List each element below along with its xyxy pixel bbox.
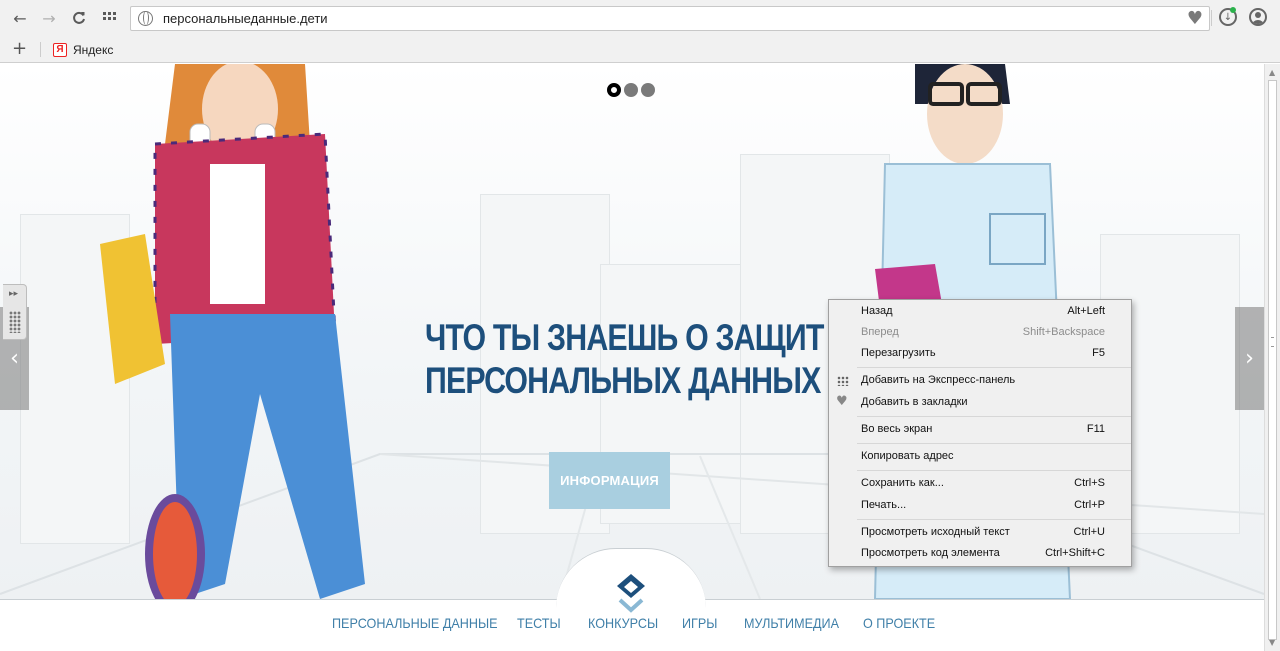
- heart-icon: ♥: [836, 394, 848, 409]
- menu-item-back[interactable]: Назад Alt+Left: [829, 302, 1131, 323]
- page-scrollbar[interactable]: ▲ ▼: [1264, 64, 1280, 651]
- speed-dial-icon: [837, 376, 849, 386]
- nav-tests[interactable]: ТЕСТЫ: [517, 615, 561, 631]
- chevron-right-icon: ›: [1245, 346, 1254, 371]
- hero-title-line-1: ЧТО ТЫ ЗНАЕШЬ О ЗАЩИТ: [425, 317, 824, 358]
- menu-item-add-bookmark[interactable]: ♥ Добавить в закладки: [829, 393, 1131, 414]
- slider-pagination: [607, 83, 655, 97]
- speed-dial-icon: [9, 311, 21, 333]
- slider-dot-3[interactable]: [641, 83, 655, 97]
- context-menu: Назад Alt+Left Вперед Shift+Backspace Пе…: [828, 299, 1132, 567]
- menu-item-label: Во весь экран: [861, 423, 933, 435]
- menu-item-copy-address[interactable]: Копировать адрес: [829, 447, 1131, 468]
- speed-dial-button[interactable]: [99, 7, 121, 29]
- menu-item-add-speed-dial[interactable]: Добавить на Экспресс-панель: [829, 371, 1131, 392]
- menu-item-inspect-element[interactable]: Просмотреть код элемента Ctrl+Shift+C: [829, 544, 1131, 565]
- forward-button[interactable]: →: [38, 7, 60, 29]
- menu-item-label: Вперед: [861, 326, 899, 338]
- url-input[interactable]: [163, 9, 1163, 28]
- back-button[interactable]: ←: [9, 7, 31, 29]
- sidebar-toggle[interactable]: ▸▸: [3, 284, 27, 340]
- yandex-icon: Я: [53, 42, 67, 57]
- add-bookmark-button[interactable]: +: [12, 39, 27, 59]
- menu-item-reload[interactable]: Перезагрузить F5: [829, 344, 1131, 365]
- nav-contests[interactable]: КОНКУРСЫ: [588, 615, 658, 631]
- download-icon: ↓: [1223, 11, 1233, 23]
- menu-item-view-source[interactable]: Просмотреть исходный текст Ctrl+U: [829, 523, 1131, 544]
- scroll-thumb[interactable]: [1268, 80, 1277, 640]
- menu-item-label: Копировать адрес: [861, 450, 954, 462]
- bookmark-label: Яндекс: [73, 42, 114, 57]
- slider-dot-2[interactable]: [624, 83, 638, 97]
- menu-divider: [857, 470, 1131, 471]
- fast-forward-icon: ▸▸: [9, 289, 19, 299]
- menu-item-fullscreen[interactable]: Во весь экран F11: [829, 420, 1131, 441]
- arrow-left-icon: ←: [13, 8, 27, 28]
- account-button[interactable]: [1249, 8, 1267, 26]
- browser-toolbar: ← → ♥ ↓: [0, 0, 1280, 36]
- speed-dial-icon: [103, 12, 116, 20]
- address-bar[interactable]: [130, 6, 1210, 31]
- menu-item-forward[interactable]: Вперед Shift+Backspace: [829, 323, 1131, 344]
- menu-item-shortcut: Shift+Backspace: [1022, 326, 1105, 338]
- heart-icon: ♥: [1186, 7, 1204, 29]
- menu-divider: [857, 367, 1131, 368]
- nav-personal-data[interactable]: ПЕРСОНАЛЬНЫЕ ДАННЫЕ: [332, 615, 498, 631]
- menu-divider: [857, 416, 1131, 417]
- menu-item-label: Просмотреть код элемента: [861, 547, 1000, 559]
- scroll-up-icon[interactable]: ▲: [1269, 68, 1275, 77]
- menu-item-label: Назад: [861, 305, 893, 317]
- chevron-left-icon: ‹: [10, 346, 19, 371]
- menu-item-shortcut: Ctrl+Shift+C: [1045, 547, 1105, 559]
- menu-item-label: Добавить в закладки: [861, 396, 968, 408]
- menu-item-shortcut: Alt+Left: [1067, 305, 1105, 317]
- menu-item-shortcut: Ctrl+P: [1074, 499, 1105, 511]
- slider-next-button[interactable]: ›: [1235, 307, 1264, 410]
- menu-item-label: Печать...: [861, 499, 907, 511]
- menu-item-label: Просмотреть исходный текст: [861, 526, 1010, 538]
- hero-title: ЧТО ТЫ ЗНАЕШЬ О ЗАЩИТ ПЕРСОНАЛЬНЫХ ДАННЫ…: [425, 316, 824, 402]
- bookmark-yandex[interactable]: Я Яндекс: [53, 40, 113, 59]
- info-button[interactable]: ИНФОРМАЦИЯ: [549, 452, 670, 509]
- bookmark-page-button[interactable]: ♥: [1184, 7, 1206, 29]
- menu-item-print[interactable]: Печать... Ctrl+P: [829, 496, 1131, 517]
- bookmarks-bar: + Я Яндекс: [0, 36, 1280, 63]
- menu-item-shortcut: Ctrl+S: [1074, 477, 1105, 489]
- download-status-dot: [1230, 7, 1236, 13]
- nav-multimedia[interactable]: МУЛЬТИМЕДИА: [744, 615, 839, 631]
- menu-divider: [857, 519, 1131, 520]
- browser-window: ← → ♥ ↓ + Я Яндекс: [0, 0, 1280, 651]
- arrow-right-icon: →: [42, 8, 56, 28]
- toolbar-divider: [1211, 10, 1212, 26]
- menu-divider: [857, 443, 1131, 444]
- menu-item-shortcut: F5: [1092, 347, 1105, 359]
- hero-title-line-2: ПЕРСОНАЛЬНЫХ ДАННЫХ: [425, 360, 821, 401]
- menu-item-shortcut: F11: [1086, 423, 1105, 435]
- nav-about[interactable]: О ПРОЕКТЕ: [863, 615, 935, 631]
- slider-dot-1[interactable]: [607, 83, 621, 97]
- menu-item-label: Перезагрузить: [861, 347, 936, 359]
- menu-item-save-as[interactable]: Сохранить как... Ctrl+S: [829, 474, 1131, 495]
- bookmarks-divider: [40, 42, 41, 57]
- site-info-icon[interactable]: [138, 11, 153, 26]
- girl-illustration: [100, 64, 365, 599]
- menu-item-label: Добавить на Экспресс-панель: [861, 374, 1016, 386]
- scroll-down-icon[interactable]: ▼: [1269, 638, 1275, 647]
- menu-item-shortcut: Ctrl+U: [1073, 526, 1105, 538]
- nav-games[interactable]: ИГРЫ: [682, 615, 717, 631]
- reload-icon: [73, 11, 85, 24]
- site-logo-icon[interactable]: [614, 572, 648, 614]
- menu-item-label: Сохранить как...: [861, 477, 944, 489]
- reload-button[interactable]: [68, 7, 90, 29]
